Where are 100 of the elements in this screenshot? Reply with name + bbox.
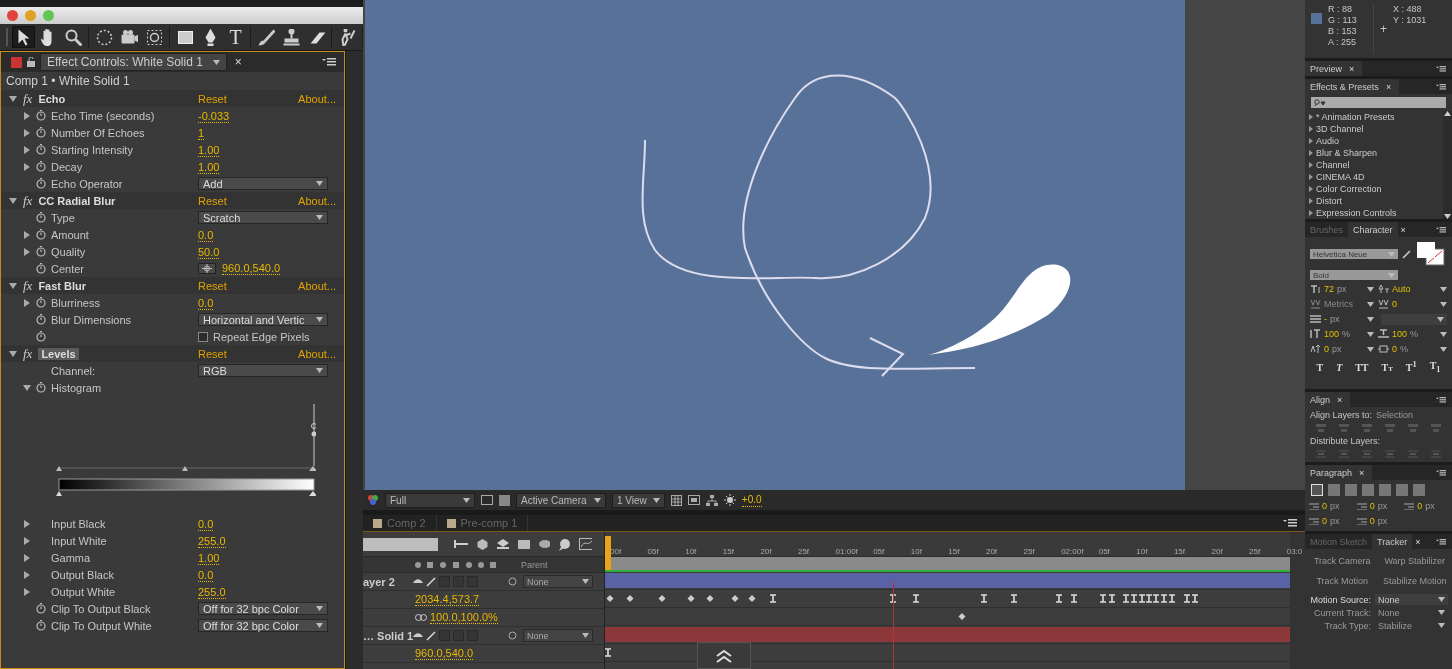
text-setting-value[interactable]: 0: [1324, 344, 1329, 354]
search-field[interactable]: [363, 537, 438, 551]
cylinder-icon[interactable]: [537, 538, 551, 550]
panel-menu-icon[interactable]: [322, 58, 336, 66]
indent-value[interactable]: 0: [1417, 501, 1423, 511]
scroll-up-icon[interactable]: [1444, 111, 1451, 116]
view-layout-dropdown[interactable]: 1 View: [612, 492, 665, 508]
property-value[interactable]: 1.00: [198, 143, 220, 157]
eye-icon[interactable]: [413, 578, 423, 585]
indent-value[interactable]: 0: [1369, 501, 1375, 511]
stopwatch-icon[interactable]: [36, 620, 46, 631]
collapse-arrow-icon[interactable]: [23, 384, 31, 391]
dropdown[interactable]: Add: [198, 177, 328, 190]
about-link[interactable]: About...: [298, 347, 336, 360]
scroll-down-icon[interactable]: [1444, 214, 1451, 219]
text-setting-value[interactable]: 100: [1324, 329, 1340, 339]
effect-name[interactable]: Levels: [38, 347, 79, 360]
stopwatch-icon[interactable]: [36, 603, 46, 614]
region-icon[interactable]: [481, 495, 493, 505]
about-link[interactable]: About...: [298, 92, 336, 105]
keyframes-drawing[interactable]: [605, 594, 1201, 603]
effects-category[interactable]: Distort: [1316, 196, 1342, 206]
align-target-dropdown[interactable]: Selection: [1376, 410, 1414, 420]
dropdown[interactable]: Off for 32 bpc Color: [198, 602, 328, 615]
expand-arrow-icon[interactable]: [24, 162, 30, 171]
text-setting-value[interactable]: 0: [1392, 344, 1397, 354]
text-style-button[interactable]: T: [1334, 360, 1345, 374]
stopwatch-icon[interactable]: [36, 297, 46, 308]
scrollbar[interactable]: [1443, 111, 1452, 219]
layer-name[interactable]: … Solid 1: [363, 629, 413, 642]
panel-tab[interactable]: Effect Controls: White Solid 1: [40, 53, 227, 71]
graph-icon[interactable]: [578, 538, 593, 550]
property-value[interactable]: 2034.4,573.7: [415, 593, 480, 606]
expand-arrow-icon[interactable]: [24, 298, 30, 307]
dropdown[interactable]: RGB: [198, 364, 328, 377]
reset-link[interactable]: Reset: [198, 279, 227, 292]
panel-tab[interactable]: Tracker: [1372, 534, 1413, 549]
stopwatch-icon[interactable]: [36, 110, 46, 121]
close-tab[interactable]: ×: [231, 55, 245, 69]
property-value[interactable]: 1.00: [198, 160, 220, 174]
stopwatch-icon[interactable]: [36, 263, 46, 274]
panel-menu-icon[interactable]: [1436, 82, 1446, 91]
search-field[interactable]: [1311, 97, 1446, 108]
property-value[interactable]: 960.0,540.0: [222, 262, 281, 275]
expand-arrow-icon[interactable]: [24, 553, 30, 562]
transparency-grid-icon[interactable]: [499, 494, 510, 506]
effects-category[interactable]: Expression Controls: [1316, 208, 1397, 218]
stopwatch-icon[interactable]: [36, 314, 46, 325]
effects-category[interactable]: Blur & Sharpen: [1316, 148, 1378, 158]
flowchart-icon[interactable]: [705, 494, 718, 506]
property-value[interactable]: 255.0: [198, 534, 226, 548]
sun-icon[interactable]: [723, 494, 736, 506]
color-channels-icon[interactable]: [367, 494, 379, 506]
film-icon[interactable]: [516, 538, 530, 550]
spiral-icon[interactable]: [508, 577, 517, 586]
grid-icon[interactable]: [670, 494, 682, 506]
keyframes-drawing[interactable]: [605, 648, 614, 657]
panel-tab[interactable]: Effects & Presets ×: [1305, 79, 1400, 94]
camera-dropdown[interactable]: Active Camera: [516, 492, 606, 508]
close-tab[interactable]: ×: [1382, 81, 1395, 92]
text-style-button[interactable]: T$^{1}$: [1403, 360, 1419, 374]
close-window-button[interactable]: [7, 10, 18, 21]
text-style-button[interactable]: T: [1314, 360, 1326, 374]
text-style-button[interactable]: T$_{1}$: [1427, 360, 1443, 374]
stopwatch-icon[interactable]: [36, 178, 46, 189]
panel-menu-icon[interactable]: [1436, 395, 1446, 404]
chain-link-icon[interactable]: [415, 614, 427, 621]
eye-icon[interactable]: [413, 632, 423, 639]
property-value[interactable]: 0.0: [198, 568, 214, 582]
selection-tool[interactable]: [12, 26, 35, 48]
indent-value[interactable]: 0: [1369, 516, 1375, 526]
property-value[interactable]: 1: [198, 126, 205, 140]
parent-dropdown[interactable]: None: [523, 629, 593, 642]
effects-category[interactable]: * Animation Presets: [1316, 112, 1395, 122]
close-tab[interactable]: ×: [1412, 536, 1424, 547]
property-value[interactable]: 0.0: [198, 228, 214, 242]
collapse-arrow-icon[interactable]: [9, 282, 17, 289]
paragraph-align-button[interactable]: [1311, 484, 1323, 496]
property-value[interactable]: 0.0: [198, 517, 214, 531]
property-value[interactable]: 255.0: [198, 585, 226, 599]
close-tab[interactable]: ×: [1346, 63, 1358, 74]
close-tab[interactable]: ×: [1334, 394, 1346, 405]
panel-menu-icon[interactable]: [1436, 225, 1446, 234]
effects-category[interactable]: CINEMA 4D: [1316, 172, 1365, 182]
input-level-markers[interactable]: [56, 466, 316, 471]
property-value[interactable]: 0.0: [198, 296, 214, 310]
crosshair-icon[interactable]: [198, 263, 216, 274]
text-setting-value[interactable]: 0: [1392, 299, 1397, 309]
monitor-icon[interactable]: [687, 495, 700, 505]
dropdown[interactable]: Off for 32 bpc Color: [198, 619, 328, 632]
dropdown[interactable]: Scratch: [198, 211, 328, 224]
about-link[interactable]: About...: [298, 194, 336, 207]
stopwatch-icon[interactable]: [36, 246, 46, 257]
collapse-arrow-icon[interactable]: [9, 197, 17, 204]
expand-arrow-icon[interactable]: [24, 111, 30, 120]
expand-arrow-icon[interactable]: [24, 519, 30, 528]
speech-bubble-icon[interactable]: [558, 537, 571, 551]
close-tab[interactable]: ×: [1356, 467, 1368, 478]
fill-stroke-swatch[interactable]: [1416, 241, 1446, 267]
expand-arrow-icon[interactable]: [24, 247, 30, 256]
